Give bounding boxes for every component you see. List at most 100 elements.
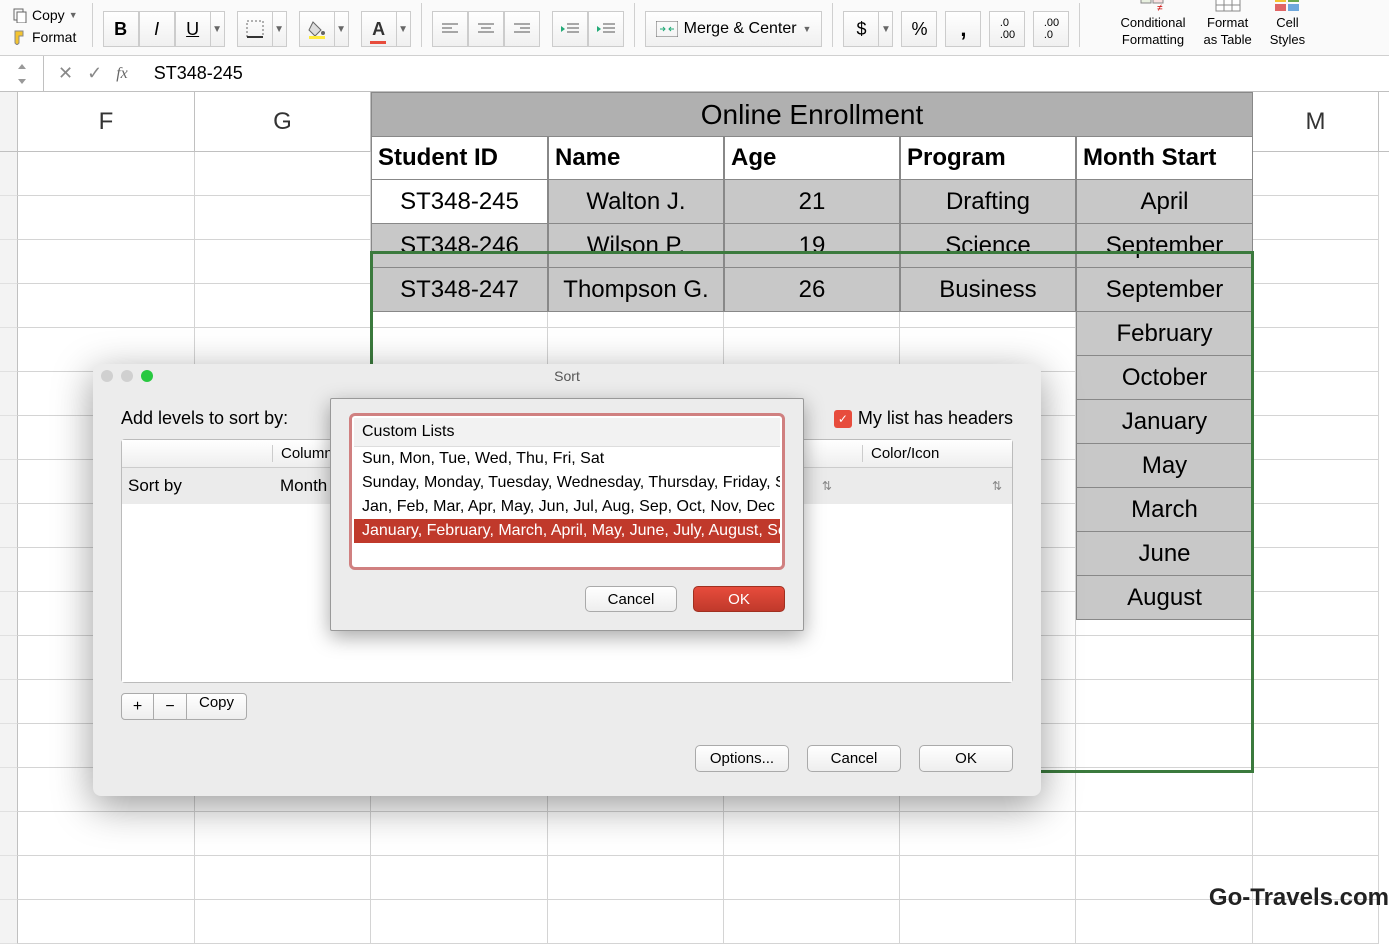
th-name[interactable]: Name <box>548 137 724 180</box>
cell[interactable] <box>724 812 900 856</box>
row-header[interactable] <box>0 196 18 240</box>
cell[interactable] <box>1253 680 1379 724</box>
custom-lists-cancel-button[interactable]: Cancel <box>585 586 677 612</box>
currency-button[interactable]: $ <box>843 11 879 47</box>
table-cell[interactable]: Drafting <box>900 180 1076 224</box>
row-header[interactable] <box>0 284 18 328</box>
cell[interactable] <box>1253 328 1379 372</box>
minimize-window-button[interactable] <box>121 370 133 382</box>
th-student-id[interactable]: Student ID <box>371 137 548 180</box>
table-cell[interactable]: ST348-246 <box>371 224 548 268</box>
table-cell[interactable]: August <box>1076 576 1253 620</box>
cell[interactable] <box>1253 768 1379 812</box>
row-header[interactable] <box>0 152 18 196</box>
fill-dropdown[interactable]: ▼ <box>335 11 349 47</box>
copy-level-button[interactable]: Copy <box>187 693 247 720</box>
row-header[interactable] <box>0 460 18 504</box>
formula-input[interactable] <box>142 63 1389 84</box>
cell[interactable] <box>1076 724 1253 768</box>
zoom-window-button[interactable] <box>141 370 153 382</box>
table-cell[interactable]: 19 <box>724 224 900 268</box>
cell[interactable] <box>195 856 371 900</box>
cell[interactable] <box>900 856 1076 900</box>
cell[interactable] <box>1253 460 1379 504</box>
cell[interactable] <box>724 900 900 944</box>
cell[interactable] <box>18 812 195 856</box>
th-program[interactable]: Program <box>900 137 1076 180</box>
cell[interactable] <box>18 284 195 328</box>
cell[interactable] <box>548 900 724 944</box>
custom-list-item[interactable]: Jan, Feb, Mar, Apr, May, Jun, Jul, Aug, … <box>354 495 780 519</box>
table-cell[interactable]: June <box>1076 532 1253 576</box>
table-cell[interactable]: 26 <box>724 268 900 312</box>
format-painter-button[interactable]: Format <box>8 27 82 47</box>
cell[interactable] <box>724 856 900 900</box>
col-header-F[interactable]: F <box>18 92 195 151</box>
table-cell[interactable]: 21 <box>724 180 900 224</box>
row-header[interactable] <box>0 504 18 548</box>
stepper-icon[interactable]: ⇅ <box>822 479 842 493</box>
table-cell[interactable]: April <box>1076 180 1253 224</box>
conditional-formatting-button[interactable]: ≠ Conditional Formatting <box>1120 0 1185 47</box>
row-header[interactable] <box>0 856 18 900</box>
col-header-G[interactable]: G <box>195 92 371 151</box>
bold-button[interactable]: B <box>103 11 139 47</box>
cell[interactable] <box>548 812 724 856</box>
has-headers-checkbox[interactable]: ✓ My list has headers <box>834 408 1013 429</box>
cell[interactable] <box>18 900 195 944</box>
row-header[interactable] <box>0 636 18 680</box>
cell[interactable] <box>18 240 195 284</box>
options-button[interactable]: Options... <box>695 745 789 772</box>
font-color-dropdown[interactable]: ▼ <box>397 11 411 47</box>
row-header[interactable] <box>0 372 18 416</box>
cell-styles-button[interactable]: Cell Styles <box>1270 0 1305 47</box>
table-cell[interactable]: Wilson P. <box>548 224 724 268</box>
table-cell[interactable]: October <box>1076 356 1253 400</box>
cell[interactable] <box>1076 812 1253 856</box>
remove-level-button[interactable]: − <box>154 693 187 720</box>
cell[interactable] <box>195 240 371 284</box>
table-cell[interactable]: September <box>1076 268 1253 312</box>
cell[interactable] <box>1253 196 1379 240</box>
accept-formula-icon[interactable]: ✓ <box>87 63 102 84</box>
row-header[interactable] <box>0 592 18 636</box>
cell[interactable] <box>1253 548 1379 592</box>
th-month-start[interactable]: Month Start <box>1076 137 1253 180</box>
fx-label[interactable]: fx <box>116 65 128 83</box>
underline-button[interactable]: U <box>175 11 211 47</box>
col-header-M[interactable]: M <box>1253 92 1379 151</box>
cell[interactable] <box>371 856 548 900</box>
cell[interactable] <box>1253 592 1379 636</box>
table-cell[interactable]: ST348-245 <box>371 180 548 224</box>
cell[interactable] <box>1253 240 1379 284</box>
custom-list-item[interactable]: January, February, March, April, May, Ju… <box>354 519 780 543</box>
comma-button[interactable]: , <box>945 11 981 47</box>
cell[interactable] <box>1253 284 1379 328</box>
cell[interactable] <box>18 856 195 900</box>
borders-dropdown[interactable]: ▼ <box>273 11 287 47</box>
currency-dropdown[interactable]: ▼ <box>879 11 893 47</box>
custom-list-item[interactable]: Sunday, Monday, Tuesday, Wednesday, Thur… <box>354 471 780 495</box>
close-window-button[interactable] <box>101 370 113 382</box>
table-cell[interactable]: Science <box>900 224 1076 268</box>
increase-indent-button[interactable] <box>588 11 624 47</box>
copy-button[interactable]: Copy ▼ <box>8 5 82 25</box>
custom-list-item[interactable]: Sun, Mon, Tue, Wed, Thu, Fri, Sat <box>354 447 780 471</box>
table-cell[interactable]: May <box>1076 444 1253 488</box>
table-title[interactable]: Online Enrollment <box>371 92 1253 136</box>
table-cell[interactable]: September <box>1076 224 1253 268</box>
merge-center-button[interactable]: Merge & Center ▼ <box>645 11 823 47</box>
cell[interactable] <box>195 284 371 328</box>
row-header[interactable] <box>0 900 18 944</box>
increase-decimal-button[interactable]: .0.00 <box>989 11 1025 47</box>
cell[interactable] <box>1253 504 1379 548</box>
cell[interactable] <box>548 856 724 900</box>
decrease-decimal-button[interactable]: .00.0 <box>1033 11 1069 47</box>
row-header[interactable] <box>0 724 18 768</box>
cell[interactable] <box>1253 636 1379 680</box>
cell[interactable] <box>1253 812 1379 856</box>
ok-button[interactable]: OK <box>919 745 1013 772</box>
row-header[interactable] <box>0 548 18 592</box>
name-box-dropdown[interactable] <box>0 56 44 91</box>
fill-color-button[interactable] <box>299 11 335 47</box>
